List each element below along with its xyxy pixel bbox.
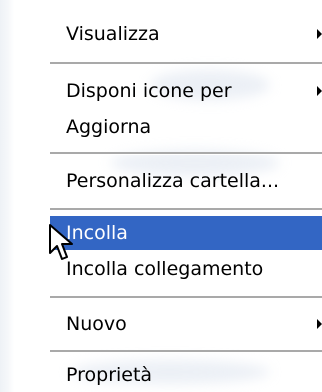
menu-separator: [50, 296, 322, 299]
menu-item-label: Proprietà: [66, 364, 153, 386]
pointer-cursor-icon: [49, 224, 73, 260]
menu-separator: [50, 208, 322, 211]
menu-item-proprieta[interactable]: Proprietà: [50, 358, 322, 392]
context-menu: Visualizza Disponi icone per Aggiorna Pe…: [0, 0, 322, 392]
menu-item-aggiorna[interactable]: Aggiorna: [50, 110, 322, 144]
menu-separator: [50, 62, 322, 65]
menu-item-nuovo[interactable]: Nuovo: [50, 307, 322, 341]
submenu-arrow-icon: [317, 29, 322, 39]
menu-item-incolla-collegamento[interactable]: Incolla collegamento: [50, 252, 322, 286]
menu-item-incolla[interactable]: Incolla: [50, 216, 322, 250]
menu-item-label: Incolla collegamento: [66, 258, 264, 280]
menu-item-label: Visualizza: [66, 23, 160, 45]
menu-separator: [50, 152, 322, 155]
menu-item-label: Disponi icone per: [66, 80, 232, 102]
menu-separator: [50, 350, 322, 353]
menu-item-label: Personalizza cartella...: [66, 170, 280, 192]
menu-item-disponi-icone-per[interactable]: Disponi icone per: [50, 74, 322, 108]
submenu-arrow-icon: [317, 86, 322, 96]
menu-left-border: [0, 0, 14, 392]
menu-item-personalizza-cartella[interactable]: Personalizza cartella...: [50, 164, 322, 198]
menu-item-visualizza[interactable]: Visualizza: [50, 17, 322, 51]
submenu-arrow-icon: [317, 319, 322, 329]
menu-item-label: Nuovo: [66, 313, 127, 335]
menu-item-label: Aggiorna: [66, 116, 152, 138]
